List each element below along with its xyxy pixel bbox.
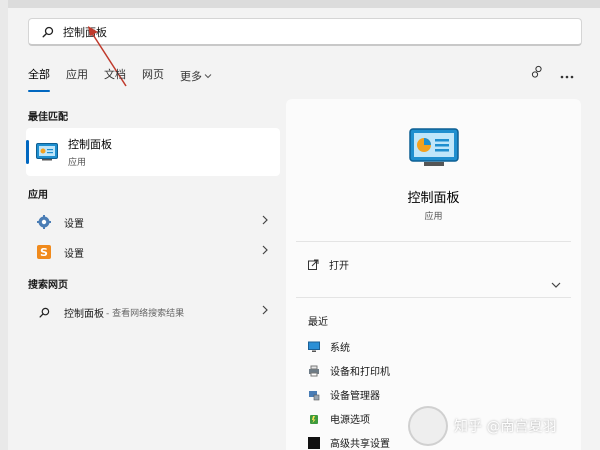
monitor-icon — [308, 341, 320, 353]
chevron-right-icon — [262, 305, 268, 315]
recent-item-label: 设备管理器 — [330, 391, 380, 402]
open-action[interactable]: 打开 — [308, 257, 349, 272]
tab-more[interactable]: 更多 — [180, 66, 212, 86]
app-result-settings[interactable]: 设置 — [28, 209, 278, 235]
control-panel-icon — [36, 143, 58, 161]
recent-item-label: 设备和打印机 — [330, 367, 390, 378]
left-edge — [0, 0, 8, 450]
gear-icon — [36, 214, 52, 230]
open-label: 打开 — [329, 261, 349, 272]
search-icon — [37, 26, 59, 38]
svg-text:S: S — [40, 246, 48, 259]
recent-item-devices-printers[interactable]: 设备和打印机 — [308, 363, 390, 378]
watermark: 知乎 @南宫夏羽 — [408, 402, 600, 450]
recent-heading: 最近 — [308, 317, 328, 328]
app-result-s-settings[interactable]: S 设置 — [28, 239, 278, 265]
chevron-down-icon[interactable] — [551, 281, 561, 289]
selection-indicator — [26, 140, 29, 164]
open-external-icon — [308, 259, 319, 270]
recent-item-label: 高级共享设置 — [330, 439, 390, 450]
control-panel-large-icon — [409, 128, 459, 166]
web-search-sub: - 查看网络搜索结果 — [106, 308, 185, 319]
tab-more-label: 更多 — [180, 70, 202, 83]
chevron-right-icon — [262, 245, 268, 255]
search-box[interactable] — [28, 18, 582, 46]
details-title: 控制面板 — [407, 191, 460, 206]
power-icon — [308, 413, 320, 425]
share-icon — [308, 436, 320, 449]
tab-documents[interactable]: 文档 — [104, 66, 126, 86]
filter-tabs: 全部 应用 文档 网页 更多 — [28, 66, 228, 92]
top-strip — [0, 0, 600, 8]
search-icon — [36, 304, 52, 320]
app-result-label: 设置 — [64, 248, 84, 260]
account-switch-icon[interactable] — [530, 64, 544, 83]
best-match-name: 控制面板 — [68, 138, 112, 151]
details-pane: 控制面板 应用 打开 最近 系统 设备和打印机 设备管理器 电源选项 高级共享设… — [286, 99, 581, 450]
tab-apps[interactable]: 应用 — [66, 66, 88, 86]
search-input[interactable] — [59, 21, 539, 42]
printer-icon — [308, 365, 320, 377]
tab-web[interactable]: 网页 — [142, 66, 164, 86]
details-subtitle: 应用 — [424, 212, 443, 222]
tab-all[interactable]: 全部 — [28, 66, 50, 92]
recent-item-system[interactable]: 系统 — [308, 339, 350, 354]
web-search-label: 控制面板 — [64, 308, 104, 320]
chevron-down-icon — [204, 74, 212, 79]
divider — [296, 241, 571, 242]
s-app-icon: S — [36, 244, 52, 260]
recent-item-advanced-sharing[interactable]: 高级共享设置 — [308, 435, 390, 450]
recent-item-power-options[interactable]: 电源选项 — [308, 411, 370, 426]
chevron-right-icon — [262, 215, 268, 225]
more-options-icon[interactable] — [560, 64, 574, 83]
watermark-text: 知乎 @南宫夏羽 — [454, 419, 557, 435]
best-match-heading: 最佳匹配 — [28, 112, 68, 123]
watermark-logo — [408, 406, 448, 446]
device-manager-icon — [308, 389, 320, 401]
recent-item-label: 系统 — [330, 343, 350, 354]
web-search-heading: 搜索网页 — [28, 280, 68, 291]
recent-item-label: 电源选项 — [330, 415, 370, 426]
best-match-type: 应用 — [68, 158, 87, 168]
divider — [296, 297, 571, 298]
web-search-result[interactable]: 控制面板 - 查看网络搜索结果 — [28, 299, 278, 325]
apps-heading: 应用 — [28, 190, 48, 201]
top-right-actions — [530, 64, 574, 83]
best-match-item[interactable]: 控制面板 应用 — [26, 128, 280, 176]
app-result-label: 设置 — [64, 218, 84, 230]
recent-item-device-manager[interactable]: 设备管理器 — [308, 387, 380, 402]
